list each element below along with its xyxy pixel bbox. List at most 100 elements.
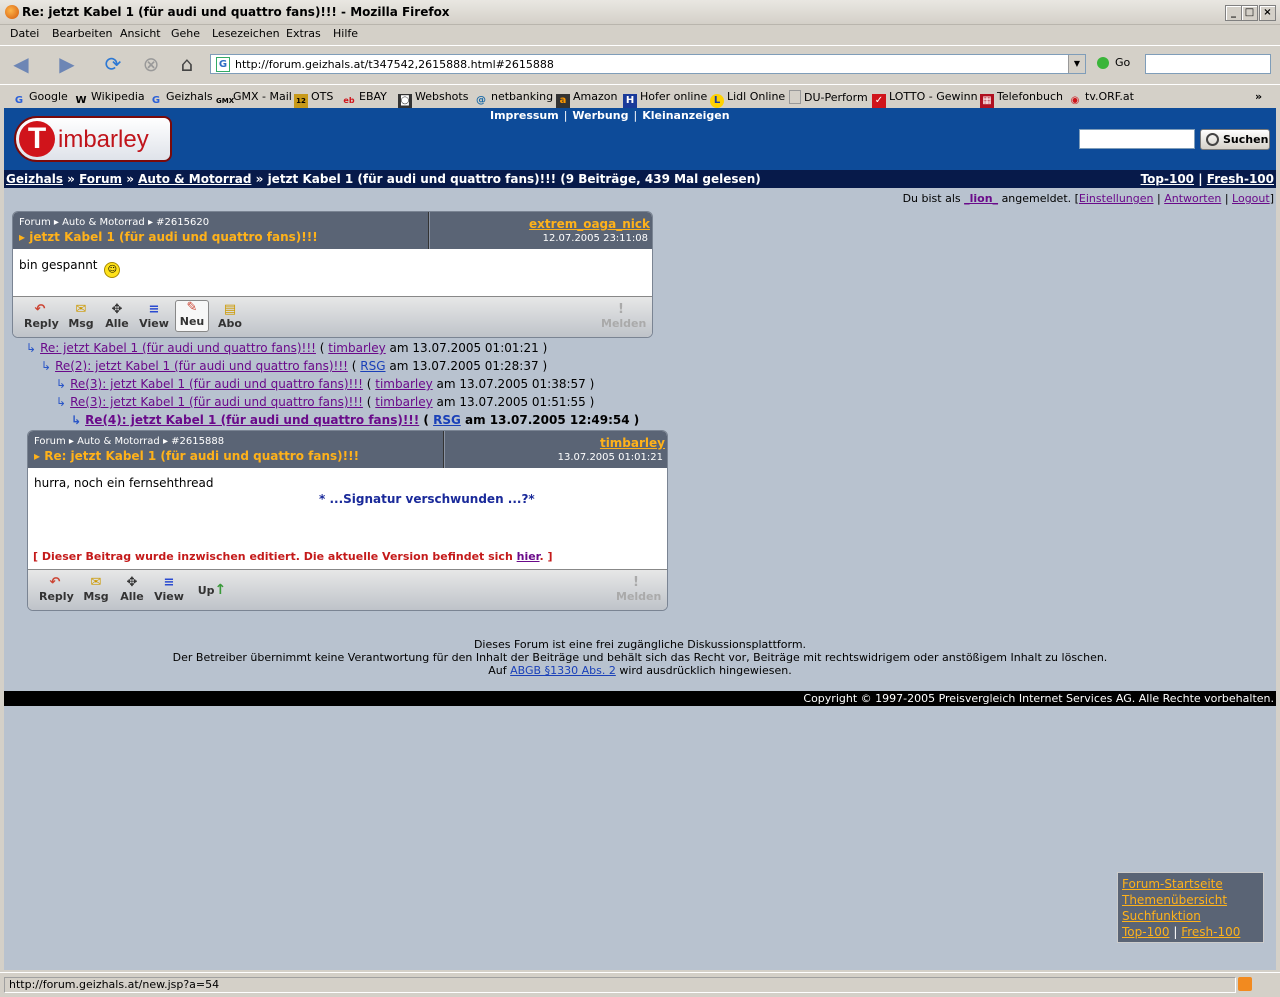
home-icon[interactable]: ⌂	[174, 52, 200, 76]
answers-link[interactable]: Antworten	[1164, 192, 1221, 205]
nav-fresh-100[interactable]: Fresh-100	[1181, 925, 1240, 939]
orf-icon: ◉	[1070, 95, 1080, 106]
thread-item: ↳ Re(3): jetzt Kabel 1 (für audi und quat…	[56, 395, 595, 409]
breadcrumb-auto-motorrad[interactable]: Auto & Motorrad	[138, 172, 251, 186]
thread-link[interactable]: Re(4): jetzt Kabel 1 (für audi und quatt…	[85, 413, 419, 427]
page-viewport: T imbarley Impressum | Werbung | Kleinanzeig…	[4, 108, 1276, 970]
reply-button[interactable]: ↶ Reply	[39, 575, 74, 604]
nav-top-100[interactable]: Top-100	[1122, 925, 1169, 939]
link-impressum[interactable]: Impressum	[490, 109, 559, 122]
back-icon[interactable]: ◀	[8, 52, 34, 76]
edit-icon: ✎	[186, 300, 198, 315]
up-button[interactable]: Up↑	[192, 582, 232, 610]
menu-lesezeichen[interactable]: Lesezeichen	[212, 27, 280, 40]
link-kleinanzeigen[interactable]: Kleinanzeigen	[642, 109, 729, 122]
bookmark-hofer[interactable]: H Hofer online	[623, 90, 707, 108]
thread-link[interactable]: Re(3): jetzt Kabel 1 (für audi und quatt…	[70, 395, 363, 409]
search-button[interactable]: Suchen	[1200, 129, 1270, 150]
status-bar: http://forum.geizhals.at/new.jsp?a=54	[0, 972, 1280, 997]
neu-button[interactable]: ✎ Neu	[175, 300, 209, 332]
abo-button[interactable]: ▤ Abo	[214, 303, 246, 331]
reply-arrow-icon: ↳	[41, 359, 52, 373]
reply-button[interactable]: ↶ Reply	[24, 302, 59, 331]
reload-icon[interactable]: ⟳	[100, 52, 126, 76]
bookmark-lidl[interactable]: L Lidl Online	[710, 90, 785, 108]
msg-button[interactable]: ✉ Msg	[80, 576, 112, 604]
bookmark-webshots[interactable]: ◙ Webshots	[398, 90, 468, 108]
url-dropdown-icon[interactable]: ▼	[1068, 55, 1085, 73]
logout-link[interactable]: Logout	[1232, 192, 1270, 205]
reply-icon: ↶	[34, 302, 46, 317]
smiley-icon: ☺	[104, 262, 121, 278]
post-author[interactable]: extrem_oaga_nick	[529, 217, 650, 231]
post-crumb: Forum ▸ Auto & Motorrad ▸ #2615888	[34, 436, 225, 447]
site-logo[interactable]: T imbarley	[14, 116, 172, 162]
warning-icon: !	[633, 575, 639, 590]
msg-icon: ✉	[90, 575, 102, 590]
report-button[interactable]: ! Melden	[616, 575, 661, 604]
forward-icon[interactable]: ▶	[54, 52, 80, 76]
post-author[interactable]: timbarley	[600, 436, 665, 450]
bookmark-geizhals[interactable]: G Geizhals	[149, 90, 213, 108]
bookmark-orf[interactable]: ◉ tv.ORF.at	[1068, 90, 1134, 108]
menu-datei[interactable]: Datei	[10, 27, 39, 40]
menu-bearbeiten[interactable]: Bearbeiten	[52, 27, 112, 40]
nav-forum-startseite[interactable]: Forum-Startseite	[1122, 876, 1259, 892]
nav-suchfunktion[interactable]: Suchfunktion	[1122, 908, 1259, 924]
thread-link[interactable]: Re(2): jetzt Kabel 1 (für audi und quatt…	[55, 359, 348, 373]
abgb-link[interactable]: ABGB §1330 Abs. 2	[510, 664, 616, 677]
forum-search-input[interactable]	[1079, 129, 1195, 149]
thread-link[interactable]: Re: jetzt Kabel 1 (für audi und quattro …	[40, 341, 316, 355]
link-fresh-100[interactable]: Fresh-100	[1207, 172, 1274, 186]
edit-link[interactable]: hier	[517, 550, 540, 563]
username-link[interactable]: _lion_	[964, 192, 998, 205]
minimize-button[interactable]: _	[1225, 5, 1242, 21]
reply-arrow-icon: ↳	[26, 341, 37, 355]
web-search-box[interactable]	[1145, 54, 1271, 74]
link-top-100[interactable]: Top-100	[1141, 172, 1194, 186]
thread-user[interactable]: timbarley	[375, 377, 432, 391]
thread-link[interactable]: Re(3): jetzt Kabel 1 (für audi und quatt…	[70, 377, 363, 391]
thread-user[interactable]: RSG	[360, 359, 385, 373]
bookmark-ebay[interactable]: eb EBAY	[342, 90, 386, 108]
view-button[interactable]: ≡ View	[138, 303, 170, 331]
bookmark-wikipedia[interactable]: W Wikipedia	[74, 90, 144, 108]
breadcrumb-forum[interactable]: Forum	[79, 172, 122, 186]
thread-user[interactable]: RSG	[433, 413, 461, 427]
maximize-button[interactable]: □	[1241, 5, 1258, 21]
bookmarks-toolbar: G Google W Wikipedia G Geizhals GMXGMX - Ma…	[0, 84, 1280, 109]
reply-icon: ↶	[49, 575, 61, 590]
bookmark-du-perform[interactable]: DU-Perform	[789, 90, 868, 104]
bookmark-amazon[interactable]: a Amazon	[556, 90, 617, 108]
bookmark-netbanking[interactable]: @ netbanking	[474, 90, 553, 108]
settings-link[interactable]: Einstellungen	[1079, 192, 1154, 205]
bookmark-lotto[interactable]: ✓ LOTTO - Gewinn	[872, 90, 978, 108]
close-button[interactable]: ×	[1259, 5, 1276, 21]
url-bar[interactable]: G http://forum.geizhals.at/t347542,26158…	[210, 54, 1086, 74]
menu-extras[interactable]: Extras	[286, 27, 321, 40]
link-werbung[interactable]: Werbung	[572, 109, 628, 122]
msg-button[interactable]: ✉ Msg	[65, 303, 97, 331]
bookmarks-overflow-icon[interactable]: »	[1255, 90, 1262, 103]
thread-user[interactable]: timbarley	[375, 395, 432, 409]
view-icon: ≡	[148, 302, 160, 317]
alle-button[interactable]: ✥ Alle	[101, 303, 133, 331]
rss-icon[interactable]	[1238, 977, 1252, 991]
thread-user[interactable]: timbarley	[328, 341, 385, 355]
menu-hilfe[interactable]: Hilfe	[333, 27, 358, 40]
bookmark-gmx[interactable]: GMXGMX - Mail	[216, 90, 292, 108]
bookmark-ots[interactable]: 12 OTS	[294, 90, 333, 108]
menu-gehe[interactable]: Gehe	[171, 27, 200, 40]
post-title: ▸ Re: jetzt Kabel 1 (für audi und quattr…	[34, 449, 360, 463]
bookmark-google[interactable]: G Google	[12, 90, 68, 108]
view-button[interactable]: ≡ View	[153, 576, 185, 604]
stop-icon[interactable]: ⊗	[138, 52, 164, 76]
reply-arrow-icon: ↳	[71, 413, 82, 427]
go-button[interactable]: Go	[1097, 56, 1130, 69]
report-button[interactable]: ! Melden	[601, 303, 646, 331]
nav-themenuebersicht[interactable]: Themenübersicht	[1122, 892, 1259, 908]
alle-button[interactable]: ✥ Alle	[116, 576, 148, 604]
bookmark-telefonbuch[interactable]: ▦ Telefonbuch	[980, 90, 1063, 108]
breadcrumb-geizhals[interactable]: Geizhals	[6, 172, 63, 186]
menu-ansicht[interactable]: Ansicht	[120, 27, 161, 40]
